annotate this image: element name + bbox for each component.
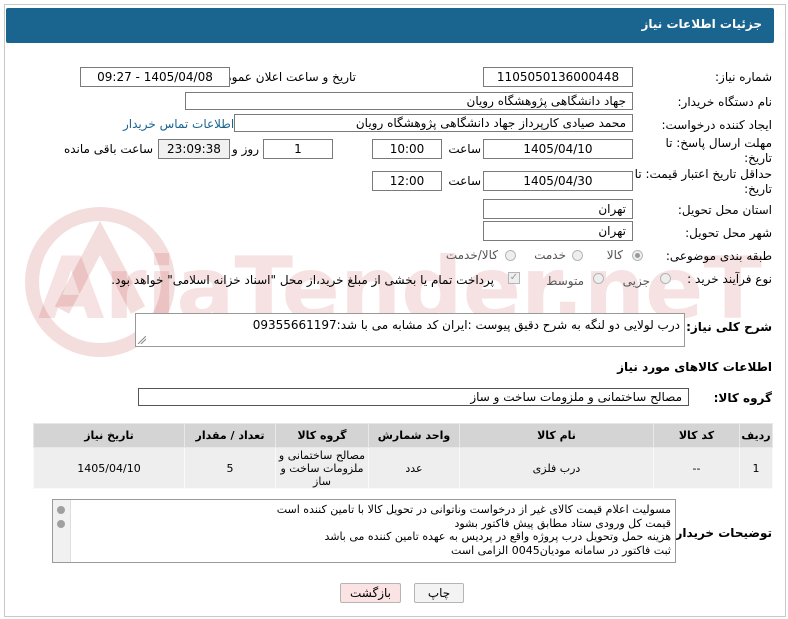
page-title: جزئیات اطلاعات نیاز bbox=[641, 17, 762, 31]
description-label: شرح کلی نیاز: bbox=[686, 320, 772, 334]
city-label: شهر محل تحویل: bbox=[685, 226, 772, 240]
col-header-code: کد کالا bbox=[653, 423, 740, 448]
header-bar: جزئیات اطلاعات نیاز bbox=[6, 8, 774, 43]
goods-group-label: گروه کالا: bbox=[713, 391, 772, 405]
need-number-field: 1105050136000448 bbox=[483, 67, 633, 87]
col-header-qty: تعداد / مقدار bbox=[184, 423, 276, 448]
cell-code: -- bbox=[653, 447, 740, 489]
cell-group: مصالح ساختمانی و ملزومات ساخت و ساز bbox=[275, 447, 369, 489]
buyer-note-line: قیمت کل ورودی ستاد مطابق پیش فاکتور بشود bbox=[454, 516, 671, 530]
category-option-service: خدمت bbox=[534, 248, 566, 262]
buyer-note-line: ثبت فاکتور در سامانه مودیان0045 الزامی ا… bbox=[451, 543, 671, 557]
process-option-minor: جزیی bbox=[622, 274, 650, 288]
cell-name: درب فلزی bbox=[459, 447, 654, 489]
creator-label: ایجاد کننده درخواست: bbox=[661, 118, 772, 132]
days-field: 1 bbox=[263, 139, 333, 159]
cell-row: 1 bbox=[739, 447, 773, 489]
deadline-date-field: 1405/04/10 bbox=[483, 139, 633, 159]
back-button[interactable]: بازگشت bbox=[340, 583, 401, 603]
process-label: نوع فرآیند خرید : bbox=[687, 272, 772, 286]
deadline-label: مهلت ارسال پاسخ: تا تاریخ: bbox=[665, 136, 772, 165]
buyer-note-line: مسولیت اعلام قیمت کالای غیر از درخواست و… bbox=[276, 503, 671, 516]
table-header-row: ردیف کد کالا نام کالا واحد شمارش گروه کا… bbox=[33, 423, 773, 448]
validity-label: حداقل تاریخ اعتبار قیمت: تا تاریخ: bbox=[634, 167, 772, 196]
province-label: استان محل تحویل: bbox=[677, 203, 772, 217]
cell-qty: 5 bbox=[184, 447, 276, 489]
category-option-goods-service: کالا/خدمت bbox=[445, 248, 498, 262]
contact-info-link[interactable]: اطلاعات تماس خریدار bbox=[123, 117, 234, 131]
cell-date: 1405/04/10 bbox=[33, 447, 185, 489]
notes-scrollbar[interactable] bbox=[53, 500, 71, 562]
creator-field: محمد صیادی کارپرداز جهاد دانشگاهی پژوهشگ… bbox=[234, 114, 633, 132]
goods-table: ردیف کد کالا نام کالا واحد شمارش گروه کا… bbox=[33, 423, 773, 489]
days-word: روز و bbox=[232, 142, 259, 156]
description-text: درب لولایی دو لنگه به شرح دقیق پیوست :ای… bbox=[252, 318, 680, 332]
category-radio-service[interactable] bbox=[572, 250, 583, 261]
buyer-notes-label: توضیحات خریدار: bbox=[670, 526, 772, 540]
process-option-medium: متوسط bbox=[546, 274, 584, 288]
buyer-label: نام دستگاه خریدار: bbox=[677, 95, 773, 109]
process-radio-minor[interactable] bbox=[660, 273, 671, 284]
announce-label: تاریخ و ساعت اعلان عمومی: bbox=[211, 70, 356, 84]
category-radio-goods-service[interactable] bbox=[505, 250, 516, 261]
validity-time-field: 12:00 bbox=[372, 171, 442, 191]
category-label: طبقه بندی موضوعی: bbox=[665, 249, 772, 263]
buyer-notes-box[interactable]: مسولیت اعلام قیمت کالای غیر از درخواست و… bbox=[52, 499, 676, 563]
goods-group-field: مصالح ساختمانی و ملزومات ساخت و ساز bbox=[138, 388, 689, 406]
need-number-label: شماره نیاز: bbox=[715, 70, 772, 84]
buyer-field: جهاد دانشگاهی پژوهشگاه رویان bbox=[185, 92, 633, 110]
validity-time-label: ساعت bbox=[448, 174, 481, 188]
payment-checkbox[interactable]: ✓ bbox=[508, 272, 520, 284]
remaining-time-field: 23:09:38 bbox=[158, 139, 230, 159]
col-header-group: گروه کالا bbox=[275, 423, 369, 448]
table-row: 1 -- درب فلزی عدد مصالح ساختمانی و ملزوم… bbox=[33, 447, 773, 489]
payment-note: پرداخت تمام یا بخشی از مبلغ خرید،از محل … bbox=[111, 273, 494, 287]
category-radio-goods[interactable] bbox=[632, 250, 643, 261]
scroll-up-icon[interactable] bbox=[57, 506, 65, 514]
buyer-note-line: هزینه حمل وتحویل درب پروژه واقع در پردیس… bbox=[324, 530, 671, 543]
description-textarea[interactable]: درب لولایی دو لنگه به شرح دقیق پیوست :ای… bbox=[135, 313, 685, 347]
col-header-row: ردیف bbox=[739, 423, 773, 448]
col-header-unit: واحد شمارش bbox=[368, 423, 460, 448]
deadline-time-field: 10:00 bbox=[372, 139, 442, 159]
col-header-date: تاریخ نیاز bbox=[33, 423, 185, 448]
process-radio-medium[interactable] bbox=[593, 273, 604, 284]
col-header-name: نام کالا bbox=[459, 423, 654, 448]
deadline-time-label: ساعت bbox=[448, 142, 481, 156]
category-option-goods: کالا bbox=[606, 248, 623, 262]
validity-date-field: 1405/04/30 bbox=[483, 171, 633, 191]
province-field: تهران bbox=[483, 199, 633, 219]
city-field: تهران bbox=[483, 221, 633, 241]
scroll-thumb-icon[interactable] bbox=[57, 520, 65, 528]
announce-field: 1405/04/08 - 09:27 bbox=[80, 67, 230, 87]
cell-unit: عدد bbox=[368, 447, 460, 489]
resize-handle-icon[interactable] bbox=[138, 336, 146, 344]
print-button[interactable]: چاپ bbox=[414, 583, 464, 603]
remaining-label: ساعت باقی مانده bbox=[63, 142, 153, 156]
goods-section-title: اطلاعات کالاهای مورد نیاز bbox=[617, 360, 772, 374]
